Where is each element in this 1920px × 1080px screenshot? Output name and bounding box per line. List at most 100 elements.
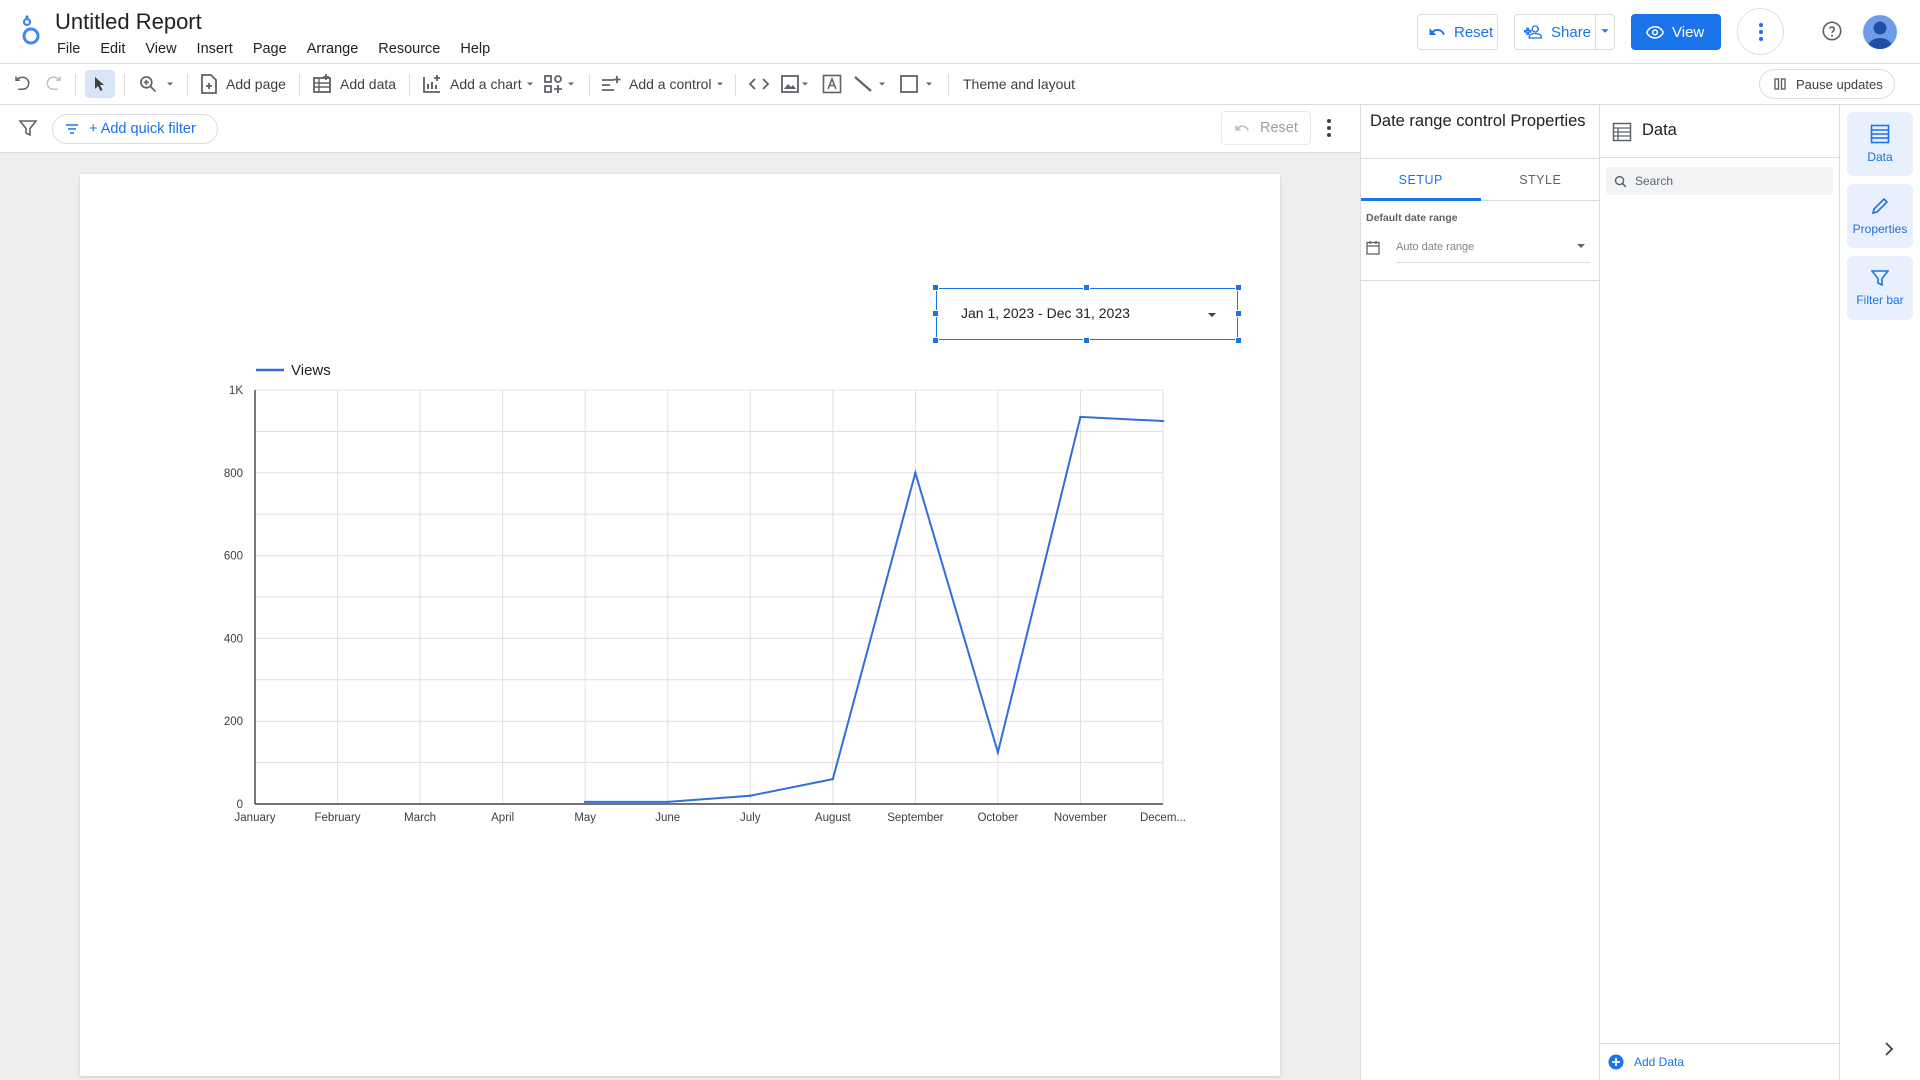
report-title[interactable]: Untitled Report [55,9,202,35]
x-tick-label: April [491,812,514,824]
account-avatar[interactable] [1863,15,1897,49]
default-date-range-label: Default date range [1366,212,1458,224]
more-options-button[interactable] [1737,8,1784,55]
add-quick-filter-button[interactable]: + Add quick filter [52,114,218,144]
data-point-may[interactable] [583,800,587,804]
cursor-arrow-icon [95,77,104,91]
shape-button[interactable] [900,64,935,104]
rail-properties-label: Properties [1852,222,1908,236]
view-button[interactable]: View [1631,14,1721,50]
section-divider [1361,280,1600,281]
chevron-down-icon [716,82,723,86]
code-icon [748,78,770,90]
views-line-chart[interactable]: Views 0 200 400 600 800 1K January February Mar… [140,344,1240,854]
pencil-icon [1871,197,1889,215]
filter-reset-button[interactable]: Reset [1221,111,1311,145]
chart-legend: Views [256,362,331,379]
share-options-caret-icon[interactable] [1599,25,1611,37]
embed-url-button[interactable] [748,64,770,104]
redo-button[interactable] [45,64,63,104]
toolbar-divider [735,74,736,96]
data-panel-header: Data [1600,105,1839,158]
add-chart-label: Add a chart [450,76,522,92]
filter-icon[interactable] [19,119,37,137]
image-icon [781,75,799,93]
add-page-button[interactable]: Add page [200,64,286,104]
toolbar-divider [124,74,125,96]
select-tool-button[interactable] [85,70,115,98]
zoom-in-icon [140,76,157,93]
menu-view[interactable]: View [145,41,176,57]
resize-handle-ne[interactable] [1235,284,1242,291]
resize-handle-s[interactable] [1083,337,1090,344]
chart-grid [254,389,1164,805]
resize-handle-e[interactable] [1235,310,1242,317]
menu-file[interactable]: File [57,41,80,57]
share-button[interactable]: Share [1514,14,1615,50]
line-button[interactable] [853,64,888,104]
data-point-october[interactable] [996,751,1000,754]
menu-resource[interactable]: Resource [378,41,440,57]
add-data-button[interactable]: Add data [312,64,396,104]
add-page-icon [201,74,217,94]
rail-filter-bar-button[interactable]: Filter bar [1847,256,1913,320]
toolbar-divider [299,74,300,96]
data-point-decem[interactable] [1161,419,1165,423]
resize-handle-sw[interactable] [932,337,939,344]
add-chart-button[interactable]: Add a chart [422,64,536,104]
looker-studio-logo-icon[interactable] [18,14,46,46]
undo-button[interactable] [13,64,31,104]
data-panel-title: Data [1642,121,1677,139]
theme-and-layout-button[interactable]: Theme and layout [963,64,1075,104]
data-point-june[interactable] [666,800,669,804]
default-date-range-value: Auto date range [1396,241,1475,253]
data-point-july[interactable] [749,794,752,797]
side-rail: Data Properties Filter bar [1840,105,1920,1080]
resize-handle-nw[interactable] [932,284,939,291]
add-data-link[interactable]: Add Data [1600,1043,1839,1080]
help-icon[interactable] [1821,20,1843,42]
rail-data-label: Data [1867,150,1893,164]
resize-handle-n[interactable] [1083,284,1090,291]
chevron-down-icon [526,82,533,86]
share-button-label: Share [1551,23,1592,41]
data-point-august[interactable] [831,777,835,781]
default-date-range-select[interactable]: Auto date range [1366,237,1590,263]
menu-page[interactable]: Page [253,41,287,57]
x-tick-label: Decem... [1140,812,1186,824]
tab-style[interactable]: STYLE [1481,159,1601,200]
rail-data-button[interactable]: Data [1847,112,1913,176]
chevron-down-icon [879,82,885,86]
table-icon [1612,122,1632,142]
reset-button[interactable]: Reset [1417,14,1498,50]
image-button[interactable] [781,64,810,104]
undo-icon [15,76,30,90]
add-component-icon [544,75,562,93]
add-control-button[interactable]: Add a control [601,64,726,104]
tab-setup[interactable]: SETUP [1361,159,1481,201]
x-tick-label: October [977,812,1018,824]
rectangle-icon [900,75,918,93]
resize-handle-w[interactable] [932,310,939,317]
add-data-icon [313,74,331,93]
data-point-november[interactable] [1079,415,1082,419]
pause-updates-button[interactable]: Pause updates [1759,69,1895,99]
menu-arrange[interactable]: Arrange [307,41,359,57]
select-underline [1396,262,1590,263]
add-quick-filter-label: + Add quick filter [89,121,196,137]
resize-handle-se[interactable] [1235,337,1242,344]
properties-panel-title: Date range control Properties [1370,112,1586,130]
rail-properties-button[interactable]: Properties [1847,184,1913,248]
chevron-right-icon[interactable] [1884,1042,1894,1056]
menu-insert[interactable]: Insert [197,41,233,57]
report-page[interactable]: Jan 1, 2023 - Dec 31, 2023 Views 0 200 400… [80,174,1280,1076]
add-component-button[interactable] [543,64,577,104]
more-vert-icon[interactable] [1326,118,1332,138]
menu-edit[interactable]: Edit [100,41,125,57]
menu-help[interactable]: Help [460,41,490,57]
date-range-control[interactable]: Jan 1, 2023 - Dec 31, 2023 [932,284,1242,344]
data-point-september[interactable] [914,471,917,474]
text-button[interactable] [822,64,842,104]
data-search-input[interactable]: Search [1606,167,1833,195]
zoom-button[interactable] [138,64,176,104]
